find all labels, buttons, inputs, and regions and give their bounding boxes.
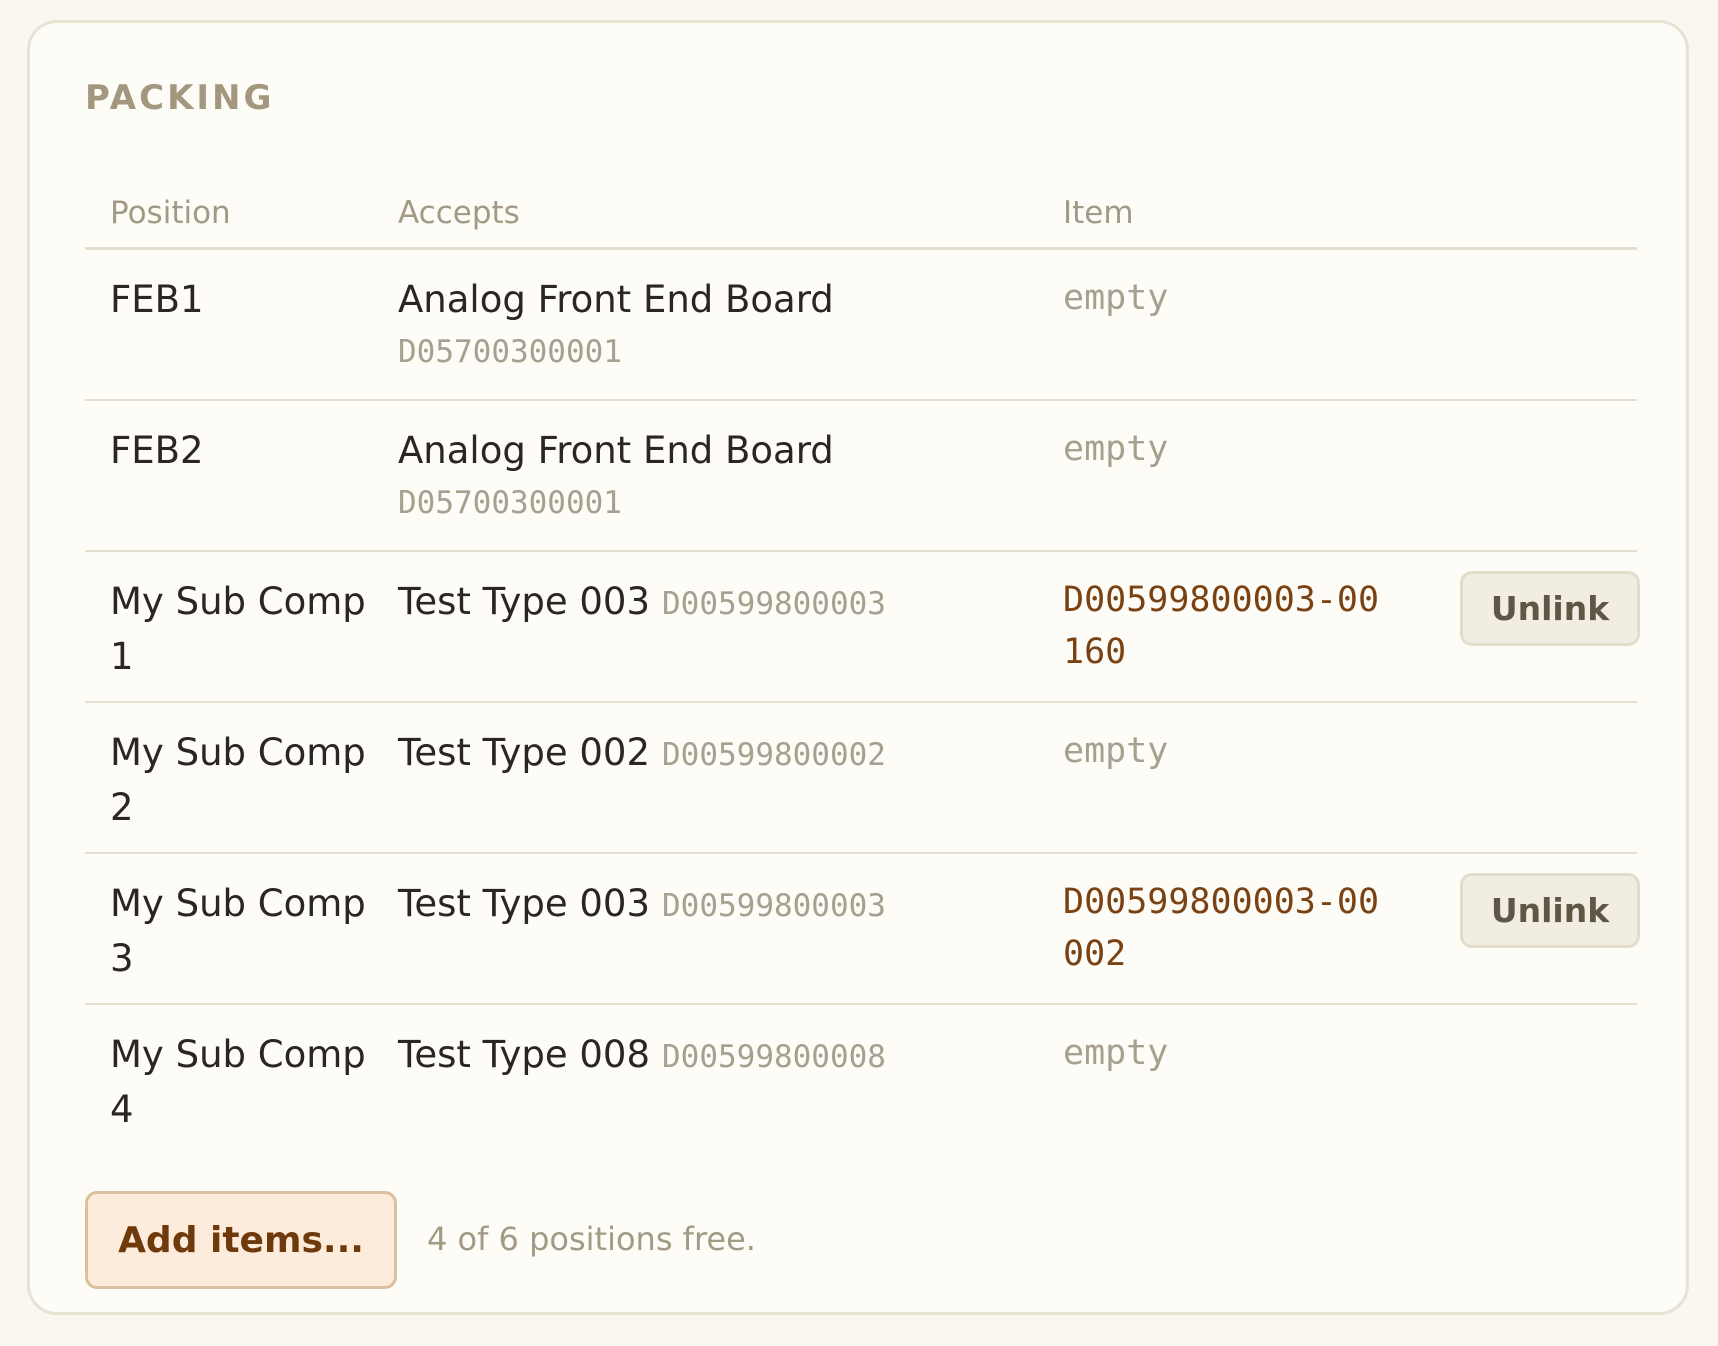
table-row: My Sub Comp 2 Test Type 002 D00599800002 … [85,703,1637,854]
accepts-type-name: Analog Front End Board [398,278,834,321]
item-cell-empty: empty [1063,1033,1169,1073]
table-row: FEB2 Analog Front End Board D05700300001… [85,401,1637,552]
table-row: FEB1 Analog Front End Board D05700300001… [85,250,1637,401]
unlink-button[interactable]: Unlink [1460,873,1640,948]
item-cell-empty: empty [1063,278,1169,318]
section-title: PACKING [85,78,275,118]
accepts-type-code: D00599800003 [662,586,886,622]
header-item: Item [1063,195,1134,231]
position-cell: My Sub Comp 3 [110,882,366,980]
add-items-button[interactable]: Add items... [85,1191,397,1289]
position-cell: My Sub Comp 4 [110,1033,366,1131]
table-row: My Sub Comp 3 Test Type 003 D00599800003 … [85,854,1640,1005]
accepts-type-code: D05700300001 [398,485,622,521]
accepts-cell: Test Type 003 D00599800003 [398,574,1018,632]
accepts-type-code: D00599800003 [662,888,886,924]
packing-table: Position Accepts Item FEB1 Analog Front … [85,173,1640,1156]
packing-footer: Add items... 4 of 6 positions free. [85,1173,1637,1289]
position-cell: My Sub Comp 1 [110,580,366,678]
accepts-cell: Test Type 008 D00599800008 [398,1027,1018,1085]
table-row: My Sub Comp 4 Test Type 008 D00599800008 … [85,1005,1637,1156]
position-cell: FEB2 [110,429,204,472]
header-position: Position [110,195,231,231]
accepts-type-name: Test Type 008 [398,1033,650,1076]
header-accepts: Accepts [398,195,520,231]
accepts-cell: Test Type 003 D00599800003 [398,876,1018,934]
accepts-type-code: D00599800008 [662,1039,886,1075]
accepts-type-code: D05700300001 [398,334,622,370]
position-cell: My Sub Comp 2 [110,731,366,829]
position-cell: FEB1 [110,278,204,321]
unlink-button[interactable]: Unlink [1460,571,1640,646]
accepts-type-name: Test Type 002 [398,731,650,774]
accepts-cell: Analog Front End Board D05700300001 [398,423,1018,528]
item-link[interactable]: D00599800003-00002 [1063,876,1393,980]
accepts-cell: Analog Front End Board D05700300001 [398,272,1018,377]
item-cell-empty: empty [1063,429,1169,469]
table-row: My Sub Comp 1 Test Type 003 D00599800003 … [85,552,1640,703]
accepts-type-name: Test Type 003 [398,580,650,623]
accepts-type-code: D00599800002 [662,737,886,773]
accepts-cell: Test Type 002 D00599800002 [398,725,1018,783]
accepts-type-name: Analog Front End Board [398,429,834,472]
accepts-type-name: Test Type 003 [398,882,650,925]
table-header: Position Accepts Item [85,173,1637,250]
item-link[interactable]: D00599800003-00160 [1063,574,1393,678]
item-cell-empty: empty [1063,731,1169,771]
positions-free-status: 4 of 6 positions free. [427,1220,756,1258]
packing-card: PACKING Position Accepts Item FEB1 Analo… [27,20,1689,1315]
